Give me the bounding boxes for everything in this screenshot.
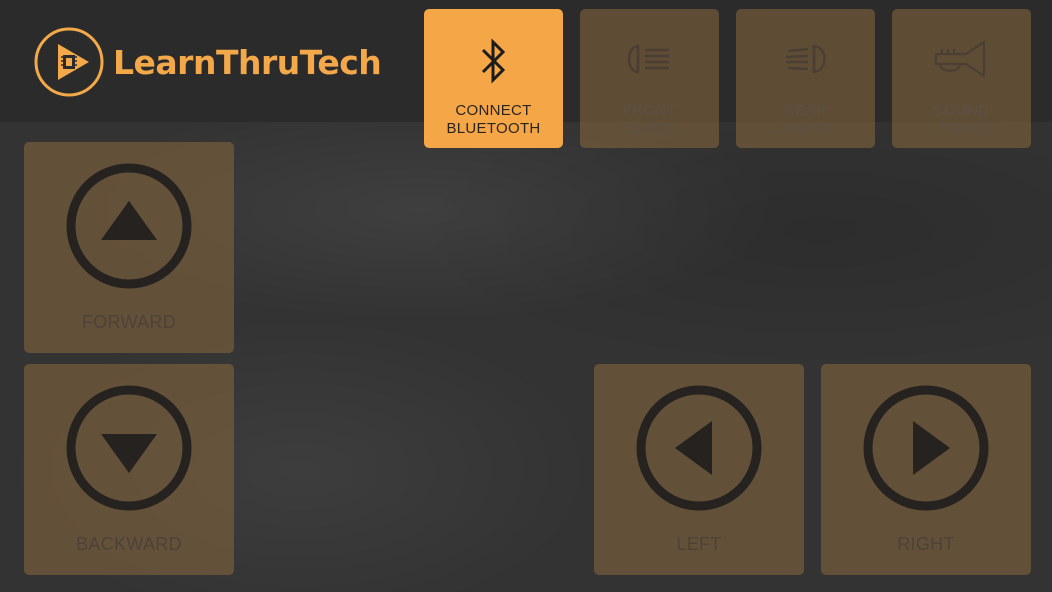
left-label: LEFT — [676, 534, 722, 554]
right-button[interactable]: RIGHT — [821, 364, 1031, 575]
play-chip-logo-icon — [33, 26, 105, 98]
right-label: RIGHT — [897, 534, 955, 554]
bluetooth-icon — [424, 37, 563, 84]
connect-bluetooth-button[interactable]: CONNECT BLUETOOTH — [424, 9, 563, 148]
brand-name: LearnThruTech — [113, 42, 382, 82]
front-lights-label: FRONT LIGHTS — [621, 102, 678, 137]
rear-lights-label: REAR LIGHTS — [777, 102, 834, 137]
sound-horn-button[interactable]: SOUND HORN — [892, 9, 1031, 148]
arrow-right-icon — [862, 384, 990, 512]
arrow-down-icon — [65, 384, 193, 512]
rear-light-icon — [736, 37, 875, 81]
connect-bluetooth-label: CONNECT BLUETOOTH — [446, 102, 541, 137]
arrow-left-icon — [635, 384, 763, 512]
rear-lights-button[interactable]: REAR LIGHTS — [736, 9, 875, 148]
arrow-up-icon — [65, 162, 193, 290]
backward-label: BACKWARD — [76, 534, 182, 554]
sound-horn-label: SOUND HORN — [933, 102, 990, 137]
forward-label: FORWARD — [81, 312, 177, 332]
left-button[interactable]: LEFT — [594, 364, 804, 575]
horn-icon — [892, 37, 1031, 81]
brand-logo: LearnThruTech — [33, 24, 382, 100]
front-lights-button[interactable]: FRONT LIGHTS — [580, 9, 719, 148]
backward-button[interactable]: BACKWARD — [24, 364, 234, 575]
forward-button[interactable]: FORWARD — [24, 142, 234, 353]
headlight-icon — [580, 37, 719, 81]
